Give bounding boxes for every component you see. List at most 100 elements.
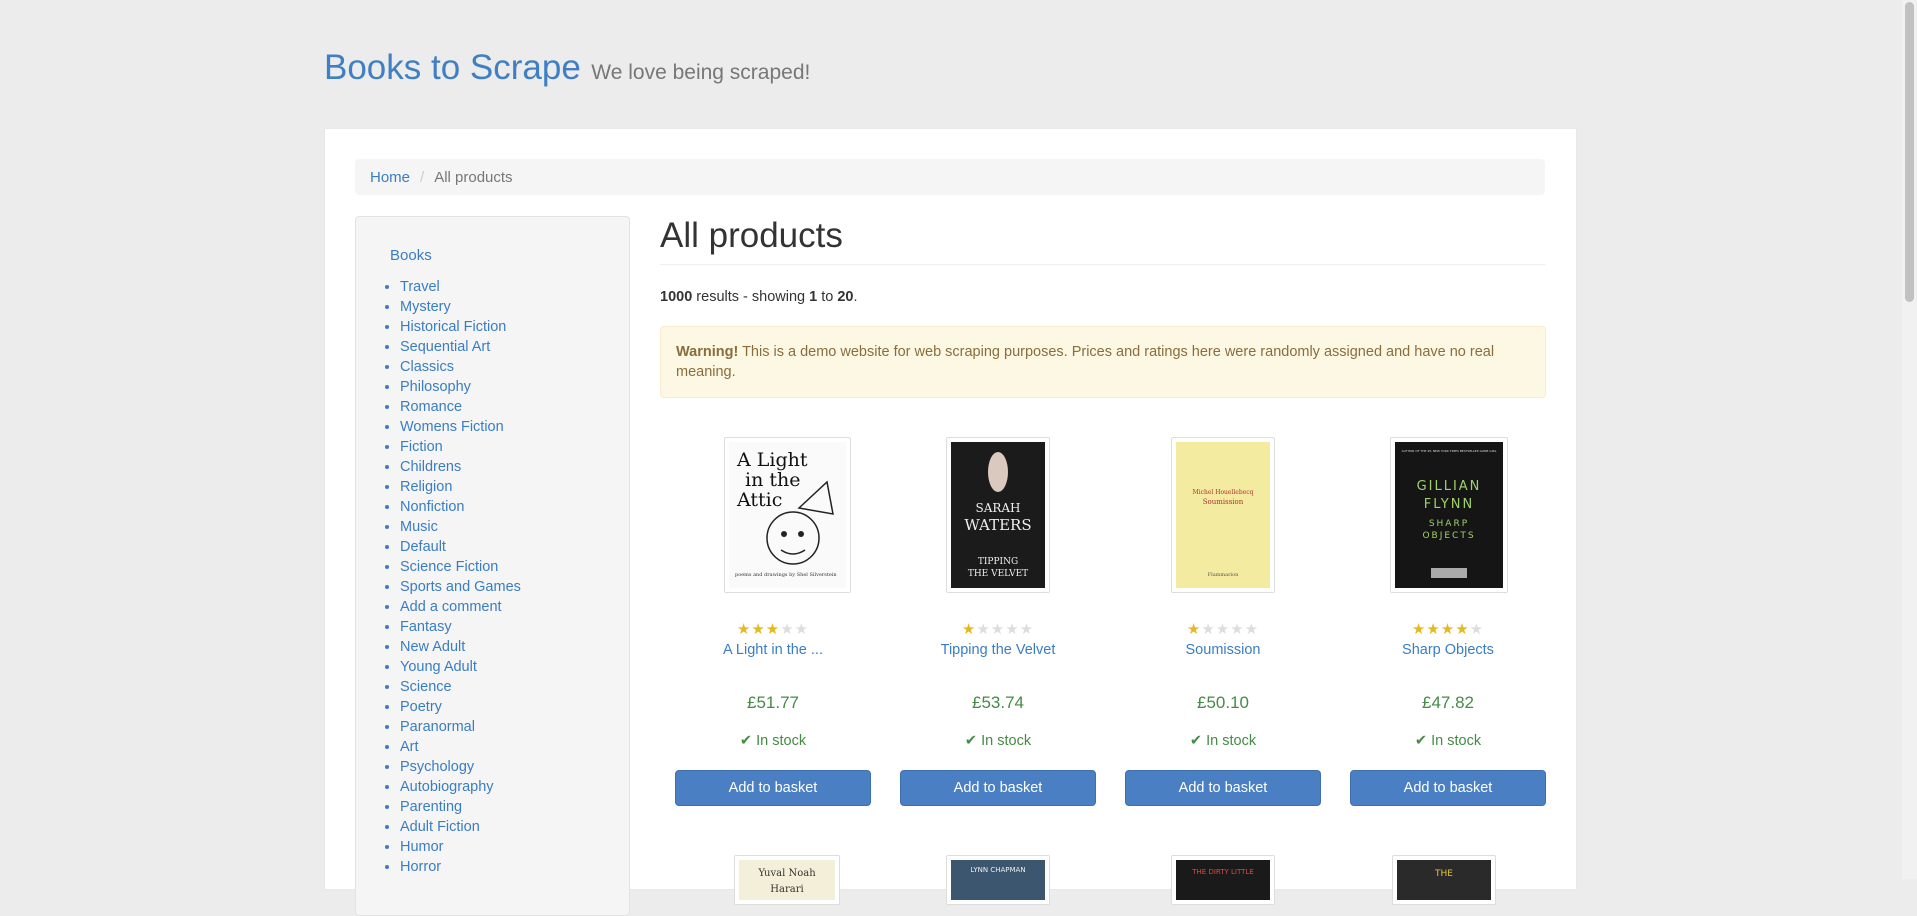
category-link[interactable]: Science: [400, 679, 452, 695]
book-cover[interactable]: SARAH WATERS TIPPING THE VELVET: [946, 437, 1050, 593]
category-item: Default: [400, 537, 521, 557]
category-link[interactable]: Autobiography: [400, 779, 494, 795]
category-link[interactable]: Sequential Art: [400, 339, 490, 355]
page-title: All products: [660, 216, 843, 255]
category-link[interactable]: Mystery: [400, 299, 451, 315]
cover-image: THE: [1397, 860, 1491, 900]
warning-text: This is a demo website for web scraping …: [676, 344, 1495, 380]
cover-text: THE VELVET: [968, 569, 1028, 579]
product-price: £50.10: [1197, 693, 1249, 712]
product-title[interactable]: A Light in the ...: [675, 642, 871, 658]
results-count: 1000: [660, 289, 693, 305]
star-rating: ★★★★★: [900, 620, 1096, 638]
book-cover[interactable]: Michel Houellebecq Soumission Flammarion: [1171, 437, 1275, 593]
breadcrumb: Home / All products: [355, 159, 1545, 195]
warning-label: Warning!: [676, 344, 739, 360]
category-link[interactable]: Music: [400, 519, 438, 535]
add-to-basket-button[interactable]: Add to basket: [675, 770, 871, 806]
breadcrumb-home[interactable]: Home: [370, 169, 410, 186]
cover-text: A Light: [736, 449, 808, 471]
book-cover[interactable]: AUTHOR OF THE #1 NEW YORK TIMES BESTSELL…: [1390, 437, 1508, 593]
category-item: Womens Fiction: [400, 417, 521, 437]
category-link[interactable]: Religion: [400, 479, 452, 495]
category-link[interactable]: Sports and Games: [400, 579, 521, 595]
category-link[interactable]: Fantasy: [400, 619, 452, 635]
category-item: Romance: [400, 397, 521, 417]
brand-link[interactable]: Books to Scrape: [324, 48, 581, 88]
category-item: New Adult: [400, 637, 521, 657]
star-filled-icon: ★: [751, 621, 766, 638]
star-rating: ★★★★★: [1125, 620, 1321, 638]
product-price: £51.77: [747, 693, 799, 712]
category-link[interactable]: Romance: [400, 399, 462, 415]
category-link[interactable]: Nonfiction: [400, 499, 464, 515]
scrollbar-thumb[interactable]: [1905, 2, 1914, 302]
add-to-basket-button[interactable]: Add to basket: [1125, 770, 1321, 806]
category-link[interactable]: Childrens: [400, 459, 461, 475]
category-link[interactable]: Fiction: [400, 439, 443, 455]
product-title[interactable]: Sharp Objects: [1350, 642, 1546, 658]
cover-text: in the: [745, 469, 800, 491]
category-item: Philosophy: [400, 377, 521, 397]
category-link[interactable]: Classics: [400, 359, 454, 375]
book-cover[interactable]: THE DIRTY LITTLE: [1171, 855, 1275, 905]
results-to-word: to: [821, 289, 834, 305]
sidebar-books-link[interactable]: Books: [390, 247, 432, 264]
category-item: Science Fiction: [400, 557, 521, 577]
category-link[interactable]: Parenting: [400, 799, 462, 815]
book-cover[interactable]: A Light in the Attic poems and drawings …: [724, 437, 851, 593]
cover-image: Michel Houellebecq Soumission Flammarion: [1176, 442, 1270, 588]
add-to-basket-button[interactable]: Add to basket: [900, 770, 1096, 806]
star-filled-icon: ★: [736, 621, 752, 638]
category-link[interactable]: Art: [400, 739, 419, 755]
book-cover[interactable]: THE: [1392, 855, 1496, 905]
cover-text: THE: [1434, 869, 1453, 879]
category-link[interactable]: New Adult: [400, 639, 465, 655]
results-end: .: [853, 289, 858, 305]
cover-text: AUTHOR OF THE #1 NEW YORK TIMES BESTSELL…: [1402, 449, 1497, 453]
check-icon: ✔: [964, 733, 978, 749]
star-filled-icon: ★: [1455, 621, 1470, 638]
category-link[interactable]: Horror: [400, 859, 441, 875]
category-link[interactable]: Psychology: [400, 759, 474, 775]
category-list: Travel Mystery Historical Fiction Sequentia…: [376, 277, 521, 877]
star-rating: ★★★★★: [675, 620, 871, 638]
product-title[interactable]: Soumission: [1125, 642, 1321, 658]
category-link[interactable]: Adult Fiction: [400, 819, 480, 835]
page-scrollbar[interactable]: [1902, 0, 1917, 879]
book-cover[interactable]: Yuval Noah Harari: [734, 855, 840, 905]
book-cover[interactable]: LYNN CHAPMAN: [946, 855, 1050, 905]
category-link[interactable]: Add a comment: [400, 599, 502, 615]
category-item: Science: [400, 677, 521, 697]
category-link[interactable]: Philosophy: [400, 379, 471, 395]
product-price: £53.74: [972, 693, 1024, 712]
cover-image: AUTHOR OF THE #1 NEW YORK TIMES BESTSELL…: [1395, 442, 1503, 588]
cover-text: SHARP: [1429, 519, 1469, 529]
star-filled-icon: ★: [961, 621, 977, 638]
cover-text: Michel Houellebecq: [1193, 489, 1254, 496]
category-link[interactable]: Default: [400, 539, 446, 555]
category-link[interactable]: Paranormal: [400, 719, 475, 735]
title-divider: [660, 264, 1545, 265]
cover-text: GILLIAN: [1417, 479, 1482, 494]
add-to-basket-button[interactable]: Add to basket: [1350, 770, 1546, 806]
star-empty-icon: ★: [780, 621, 795, 638]
category-link[interactable]: Womens Fiction: [400, 419, 504, 435]
product-title[interactable]: Tipping the Velvet: [900, 642, 1096, 658]
star-empty-icon: ★: [1215, 621, 1231, 638]
cover-text: poems and drawings by Shel Silverstein: [735, 572, 837, 578]
category-item: Travel: [400, 277, 521, 297]
category-link[interactable]: Historical Fiction: [400, 319, 506, 335]
category-link[interactable]: Science Fiction: [400, 559, 498, 575]
star-empty-icon: ★: [1005, 621, 1020, 638]
category-item: Horror: [400, 857, 521, 877]
category-link[interactable]: Young Adult: [400, 659, 477, 675]
category-link[interactable]: Travel: [400, 279, 440, 295]
category-item: Classics: [400, 357, 521, 377]
star-rating: ★★★★★: [1350, 620, 1546, 638]
category-item: Music: [400, 517, 521, 537]
category-link[interactable]: Poetry: [400, 699, 442, 715]
category-link[interactable]: Humor: [400, 839, 444, 855]
star-empty-icon: ★: [1201, 621, 1216, 638]
results-summary: 1000 results - showing 1 to 20.: [660, 289, 858, 305]
